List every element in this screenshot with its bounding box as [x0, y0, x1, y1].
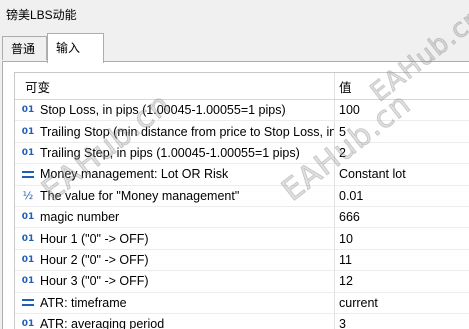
value-cell[interactable]: 11 [335, 250, 469, 270]
variable-cell: 01 Trailing Stop (min distance from price… [15, 121, 335, 142]
variable-cell: 01 Stop Loss, in pips (1.00045-1.00055=1 … [15, 100, 335, 121]
table-row[interactable]: 01 Hour 1 ("0" -> OFF) 10 [15, 228, 469, 250]
value-cell[interactable]: 2 [335, 143, 469, 163]
table-row[interactable]: 01 magic number 666 [15, 206, 469, 229]
variable-cell: 01 magic number [15, 206, 335, 228]
value-text: 5 [339, 124, 346, 139]
table-row[interactable]: 01 ATR: averaging period 3 [15, 313, 469, 329]
integer-icon: 01 [21, 233, 35, 244]
value-text: 3 [339, 317, 346, 329]
value-text: 10 [339, 231, 353, 246]
value-cell[interactable]: 10 [335, 228, 469, 248]
variable-cell: 01 Hour 1 ("0" -> OFF) [15, 228, 335, 249]
column-header-variable[interactable]: 可变 [15, 73, 335, 99]
variable-label: Trailing Step, in pips (1.00045-1.00055=… [40, 145, 300, 160]
value-text: 11 [339, 252, 352, 267]
integer-icon: 01 [21, 105, 35, 116]
value-text: 100 [339, 103, 360, 118]
variable-label: Hour 1 ("0" -> OFF) [40, 231, 149, 246]
integer-icon: 01 [21, 319, 35, 329]
fraction-icon: ½ [22, 189, 34, 203]
value-cell[interactable]: current [335, 293, 469, 313]
table-row[interactable]: Money management: Lot OR Risk Constant lo… [15, 164, 469, 186]
variable-cell: ATR: timeframe [15, 292, 335, 313]
value-text: Constant lot [339, 167, 406, 182]
enum-icon [22, 298, 34, 307]
tab-strip: 普通 输入 [0, 30, 469, 63]
table-row[interactable]: ½ The value for "Money management" 0.01 [15, 185, 469, 207]
integer-icon: 01 [21, 276, 35, 287]
variable-label: Trailing Stop (min distance from price t… [40, 124, 334, 139]
variable-label: ATR: averaging period [40, 317, 165, 329]
table-row[interactable]: 01 Hour 3 ("0" -> OFF) 12 [15, 271, 469, 293]
variable-label: Hour 2 ("0" -> OFF) [40, 252, 149, 267]
variable-label: magic number [40, 210, 120, 225]
variable-cell: 01 Hour 3 ("0" -> OFF) [15, 271, 335, 292]
value-text: current [339, 295, 378, 310]
value-cell[interactable]: Constant lot [335, 164, 469, 184]
window-title: 镑美LBS动能 [6, 8, 77, 22]
value-cell[interactable]: 5 [335, 121, 469, 141]
enum-icon [22, 170, 34, 179]
variable-cell: Money management: Lot OR Risk [15, 164, 335, 185]
value-text: 666 [339, 210, 360, 225]
value-cell[interactable]: 100 [335, 100, 469, 120]
table-body: 01 Stop Loss, in pips (1.00045-1.00055=1 … [15, 100, 469, 329]
value-text: 2 [339, 145, 346, 160]
value-cell[interactable]: 12 [335, 271, 469, 291]
integer-icon: 01 [21, 126, 35, 137]
variable-cell: 01 Trailing Step, in pips (1.00045-1.0005… [15, 142, 335, 164]
inputs-table: 可变 值 01 Stop Loss, in pips (1.00045-1.000… [14, 72, 469, 329]
value-text: 0.01 [339, 188, 364, 203]
title-bar: 镑美LBS动能 [0, 0, 469, 30]
variable-cell: 01 Hour 2 ("0" -> OFF) [15, 249, 335, 271]
table-row[interactable]: 01 Trailing Step, in pips (1.00045-1.0005… [15, 142, 469, 165]
value-cell[interactable]: 0.01 [335, 186, 469, 206]
variable-label: Stop Loss, in pips (1.00045-1.00055=1 pi… [40, 103, 286, 118]
variable-label: Money management: Lot OR Risk [40, 167, 229, 182]
integer-icon: 01 [21, 147, 35, 158]
table-row[interactable]: 01 Hour 2 ("0" -> OFF) 11 [15, 249, 469, 272]
variable-label: Hour 3 ("0" -> OFF) [40, 274, 149, 289]
column-header-value-label: 值 [339, 80, 352, 95]
variable-label: The value for "Money management" [40, 188, 240, 203]
table-row[interactable]: ATR: timeframe current [15, 292, 469, 314]
integer-icon: 01 [21, 212, 35, 223]
variable-cell: 01 ATR: averaging period [15, 313, 335, 329]
value-text: 12 [339, 274, 353, 289]
column-header-variable-label: 可变 [25, 80, 51, 95]
variable-label: ATR: timeframe [40, 295, 127, 310]
table-header: 可变 值 [15, 73, 469, 100]
value-cell[interactable]: 3 [335, 314, 469, 329]
tab-common[interactable]: 普通 [2, 36, 47, 60]
variable-cell: ½ The value for "Money management" [15, 185, 335, 206]
integer-icon: 01 [21, 254, 35, 265]
tab-inputs[interactable]: 输入 [47, 33, 104, 63]
table-row[interactable]: 01 Trailing Stop (min distance from price… [15, 121, 469, 143]
table-row[interactable]: 01 Stop Loss, in pips (1.00045-1.00055=1 … [15, 100, 469, 122]
value-cell[interactable]: 666 [335, 207, 469, 227]
column-header-value[interactable]: 值 [335, 73, 469, 99]
